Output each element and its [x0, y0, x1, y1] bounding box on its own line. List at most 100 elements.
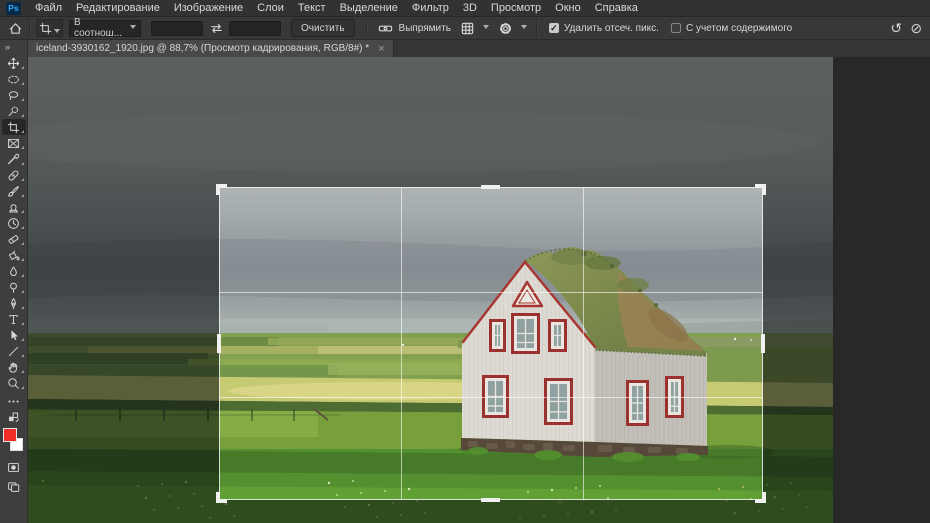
menu-item-6[interactable]: Выделение	[333, 0, 405, 16]
crop-handle-se[interactable]	[755, 492, 766, 503]
crop-grid-line-horizontal	[220, 292, 762, 293]
swap-colors-icon[interactable]	[2, 409, 26, 425]
flyout-indicator	[21, 114, 24, 117]
flyout-indicator	[21, 146, 24, 149]
flyout-indicator	[21, 322, 24, 325]
crop-ratio-select[interactable]: В соотнош...	[69, 20, 141, 37]
chevron-down-icon	[54, 29, 60, 33]
crop-box[interactable]	[219, 187, 763, 500]
swap-dimensions-icon[interactable]	[207, 19, 225, 37]
tab-close-icon[interactable]: ×	[378, 44, 384, 54]
frame-tool[interactable]	[2, 135, 26, 151]
crop-height-input[interactable]	[229, 21, 281, 36]
delete-cropped-pixels-label: Удалить отсеч. пикс.	[564, 23, 659, 34]
crop-handle-s[interactable]	[481, 498, 500, 502]
flyout-indicator	[21, 194, 24, 197]
paint-bucket-tool[interactable]	[2, 247, 26, 263]
flyout-indicator	[21, 242, 24, 245]
crop-handle-ne[interactable]	[755, 184, 766, 195]
quick-selection-tool[interactable]	[2, 103, 26, 119]
blur-tool[interactable]	[2, 263, 26, 279]
brush-tool[interactable]	[2, 183, 26, 199]
commit-crop-icon[interactable]: ✓	[926, 21, 930, 35]
color-swatches	[0, 426, 28, 456]
clear-button[interactable]: Очистить	[291, 19, 355, 37]
flyout-indicator	[21, 306, 24, 309]
type-tool[interactable]	[2, 311, 26, 327]
overlay-grid-button[interactable]	[459, 19, 489, 37]
flyout-indicator	[21, 338, 24, 341]
straighten-level-icon	[377, 19, 395, 37]
flyout-indicator	[21, 354, 24, 357]
eraser-tool[interactable]	[2, 231, 26, 247]
separator	[536, 20, 538, 36]
pen-tool[interactable]	[2, 295, 26, 311]
flyout-indicator	[21, 66, 24, 69]
crop-settings-button[interactable]	[497, 19, 527, 37]
line-tool[interactable]	[2, 343, 26, 359]
crop-tool[interactable]	[2, 119, 26, 135]
app-logo[interactable]: Ps	[6, 2, 21, 15]
path-selection-tool[interactable]	[2, 327, 26, 343]
content-aware-label: С учетом содержимого	[686, 23, 792, 34]
move-tool[interactable]	[2, 55, 26, 71]
menu-item-8[interactable]: 3D	[456, 0, 484, 16]
separator	[366, 20, 368, 36]
document-tab[interactable]: iceland-3930162_1920.jpg @ 88,7% (Просмо…	[28, 40, 394, 57]
flyout-indicator	[21, 98, 24, 101]
options-bar: В соотнош... Очистить Выпрямить ✓ Удалит…	[0, 17, 930, 40]
delete-cropped-pixels-checkbox[interactable]: ✓	[549, 23, 559, 33]
menu-item-1[interactable]: Файл	[28, 0, 69, 16]
delete-cropped-pixels-option[interactable]: ✓ Удалить отсеч. пикс.	[549, 23, 659, 34]
menu-item-4[interactable]: Слои	[250, 0, 291, 16]
gear-icon	[497, 19, 515, 37]
chevron-down-icon	[130, 25, 136, 29]
foreground-color-swatch[interactable]	[3, 428, 17, 442]
healing-brush-tool[interactable]	[2, 167, 26, 183]
content-aware-option[interactable]: С учетом содержимого	[671, 23, 792, 34]
flyout-indicator	[21, 130, 24, 133]
menu-item-2[interactable]: Редактирование	[69, 0, 167, 16]
menu-item-5[interactable]: Текст	[291, 0, 333, 16]
reset-crop-icon[interactable]: ↺	[886, 21, 906, 35]
cancel-crop-icon[interactable]: ⊘	[906, 21, 926, 35]
document-tab-title: iceland-3930162_1920.jpg @ 88,7% (Просмо…	[36, 43, 369, 54]
toolbar-collapse-icon[interactable]: »	[0, 40, 27, 55]
content-aware-checkbox[interactable]	[671, 23, 681, 33]
flyout-indicator	[21, 210, 24, 213]
zoom-tool[interactable]	[2, 375, 26, 391]
crop-handle-sw[interactable]	[216, 492, 227, 503]
document-tab-bar: iceland-3930162_1920.jpg @ 88,7% (Просмо…	[28, 40, 930, 57]
menu-item-10[interactable]: Окно	[548, 0, 588, 16]
menu-item-11[interactable]: Справка	[588, 0, 645, 16]
clone-stamp-tool[interactable]	[2, 199, 26, 215]
flyout-indicator	[21, 178, 24, 181]
menu-item-7[interactable]: Фильтр	[405, 0, 456, 16]
history-brush-tool[interactable]	[2, 215, 26, 231]
current-tool-badge[interactable]	[36, 19, 63, 37]
marquee-tool[interactable]	[2, 71, 26, 87]
menu-item-3[interactable]: Изображение	[167, 0, 250, 16]
chevron-down-icon	[483, 25, 489, 29]
dodge-tool[interactable]	[2, 279, 26, 295]
flyout-indicator	[21, 258, 24, 261]
screen-mode-icon[interactable]	[2, 478, 26, 494]
hand-tool[interactable]	[2, 359, 26, 375]
menu-item-9[interactable]: Просмотр	[484, 0, 548, 16]
quick-mask-icon[interactable]	[2, 459, 26, 475]
lasso-tool[interactable]	[2, 87, 26, 103]
crop-handle-e[interactable]	[761, 334, 765, 353]
crop-icon	[38, 21, 52, 35]
straighten-button[interactable]: Выпрямить	[377, 19, 451, 37]
edit-toolbar-icon[interactable]	[2, 393, 26, 409]
eyedropper-tool[interactable]	[2, 151, 26, 167]
straighten-label: Выпрямить	[399, 23, 451, 34]
crop-handle-n[interactable]	[481, 185, 500, 189]
crop-handle-nw[interactable]	[216, 184, 227, 195]
crop-width-input[interactable]	[151, 21, 203, 36]
home-icon[interactable]	[6, 19, 24, 37]
crop-handle-w[interactable]	[217, 334, 221, 353]
chevron-down-icon	[521, 25, 527, 29]
flyout-indicator	[21, 226, 24, 229]
crop-grid-line-vertical	[583, 188, 584, 499]
